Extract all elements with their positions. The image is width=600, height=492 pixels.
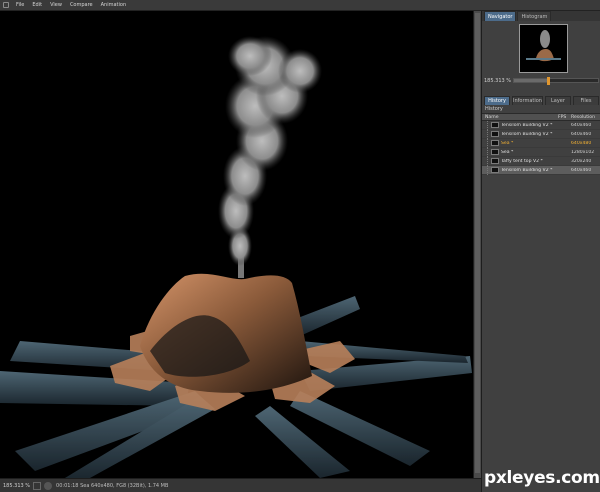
tree-line-icon — [482, 138, 491, 148]
table-row[interactable]: Sea * 1280x102 — [482, 147, 600, 157]
rendered-scene-image — [0, 11, 473, 478]
navigator-zoom-slider[interactable] — [513, 77, 599, 85]
table-row[interactable]: Tensilom Building V2 * 640x460 — [482, 165, 600, 175]
tree-line-icon — [482, 120, 491, 130]
thumbnail-icon — [491, 149, 499, 155]
tab-layer[interactable]: Layer — [544, 96, 571, 105]
table-row[interactable]: Taffy tent top V2 * 320x240 — [482, 156, 600, 166]
menu-view[interactable]: View — [46, 0, 66, 11]
viewport-scrollbar-thumb[interactable] — [475, 13, 480, 473]
tree-line-icon — [482, 165, 491, 175]
navigator-area: 185.313 % — [482, 21, 600, 85]
panel-tabs: History Information Layer Files — [482, 96, 600, 105]
menu-animation[interactable]: Animation — [97, 0, 131, 11]
watermark-text: pxleyes.com — [484, 468, 600, 488]
viewport-scrollbar[interactable] — [473, 11, 481, 478]
tree-line-icon — [482, 156, 491, 166]
thumbnail-icon — [491, 167, 499, 173]
thumbnail-icon — [491, 122, 499, 128]
thumbnail-icon — [491, 140, 499, 146]
column-resolution[interactable]: Resolution — [568, 114, 600, 120]
tab-files[interactable]: Files — [572, 96, 599, 105]
tree-line-icon — [482, 129, 491, 139]
menu-file[interactable]: File — [12, 0, 28, 11]
menu-bar: File Edit View Compare Animation — [0, 0, 600, 11]
status-info: 00:01:18 Sea 640x480, FG8 (32Bit), 1.74 … — [56, 482, 169, 489]
navigator-zoom-fill — [514, 79, 548, 82]
tab-information[interactable]: Information — [512, 96, 543, 105]
history-table-header: Name FPS Resolution — [482, 113, 600, 121]
app-icon[interactable] — [3, 2, 9, 8]
row-resolution: 320x240 — [571, 158, 592, 164]
thumbnail-icon — [491, 158, 499, 164]
row-name: Tensilom Building V2 * — [501, 167, 553, 173]
navigator-zoom-knob[interactable] — [546, 77, 550, 85]
row-name: Tensilom Building V2 * — [501, 131, 553, 137]
row-name: Tensilom Building V2 * — [501, 122, 553, 128]
navigator-tabs: Navigator Histogram — [482, 11, 600, 21]
navigator-zoom-label: 185.313 % — [484, 77, 512, 84]
row-resolution: 640x460 — [571, 131, 592, 137]
zoom-dropdown-icon[interactable] — [33, 481, 42, 490]
image-viewport[interactable] — [0, 11, 473, 478]
column-fps[interactable]: FPS — [555, 114, 568, 120]
play-icon[interactable] — [44, 481, 53, 490]
navigator-zoom-row: 185.313 % — [484, 76, 599, 85]
history-list: Tensilom Building V2 * 640x460 Tensilom … — [482, 120, 600, 175]
history-heading: History — [485, 106, 503, 112]
tab-histogram[interactable]: Histogram — [517, 11, 552, 21]
tab-navigator[interactable]: Navigator — [484, 11, 517, 21]
column-name[interactable]: Name — [482, 114, 555, 120]
row-name: Sea * — [501, 149, 514, 155]
row-resolution: 640x460 — [571, 167, 592, 173]
navigator-preview-image — [520, 25, 567, 72]
row-resolution: 640x480 — [571, 140, 592, 146]
row-resolution: 1280x102 — [571, 149, 595, 155]
menu-compare[interactable]: Compare — [66, 0, 97, 11]
menu-edit[interactable]: Edit — [28, 0, 46, 11]
right-panel: Navigator Histogram 185.313 % History In… — [481, 11, 600, 492]
status-bar: 185.313 % 00:01:18 Sea 640x480, FG8 (32B… — [0, 478, 481, 492]
tab-history[interactable]: History — [484, 96, 511, 105]
row-name: Taffy tent top V2 * — [501, 158, 543, 164]
tree-line-icon — [482, 147, 491, 157]
status-zoom: 185.313 % — [3, 482, 31, 489]
table-row[interactable]: Tensilom Building V2 * 640x460 — [482, 129, 600, 139]
row-name: Sea * — [501, 140, 514, 146]
table-row[interactable]: Sea * 640x480 — [482, 138, 600, 148]
row-resolution: 640x460 — [571, 122, 592, 128]
table-row[interactable]: Tensilom Building V2 * 640x460 — [482, 120, 600, 130]
thumbnail-icon — [491, 131, 499, 137]
navigator-thumbnail[interactable] — [519, 24, 568, 73]
